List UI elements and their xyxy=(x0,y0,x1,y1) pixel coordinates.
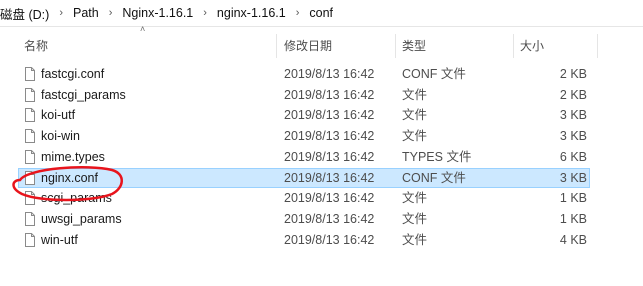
chevron-right-icon[interactable]: › xyxy=(55,7,67,19)
file-modified-date: 2019/8/13 16:42 xyxy=(284,87,375,102)
file-type: TYPES 文件 xyxy=(402,149,472,164)
file-modified-date: 2019/8/13 16:42 xyxy=(284,129,375,144)
column-header-name[interactable]: 名称 xyxy=(24,34,48,58)
file-type: CONF 文件 xyxy=(402,170,466,185)
column-header-size[interactable]: 大小 xyxy=(520,34,544,58)
file-modified-date: 2019/8/13 16:42 xyxy=(284,108,375,123)
file-name: scgi_params xyxy=(41,191,112,206)
file-size: 6 KB xyxy=(559,149,587,164)
file-icon xyxy=(25,191,35,206)
file-name: uwsgi_params xyxy=(41,211,122,226)
column-header-type[interactable]: 类型 xyxy=(402,34,426,58)
file-name: fastcgi_params xyxy=(41,87,126,102)
breadcrumb-item-conf[interactable]: conf xyxy=(303,6,339,20)
file-size: 4 KB xyxy=(559,232,587,247)
file-type: CONF 文件 xyxy=(402,67,466,81)
column-divider[interactable] xyxy=(276,34,277,58)
file-type: 文件 xyxy=(402,211,428,226)
column-header-row: 名称 修改日期 类型 大小 xyxy=(0,34,643,58)
file-modified-date: 2019/8/13 16:42 xyxy=(284,232,375,247)
file-row[interactable]: uwsgi_params 2019/8/13 16:42 文件 1 KB xyxy=(18,209,590,229)
file-name: koi-utf xyxy=(41,108,76,123)
file-icon xyxy=(25,211,35,226)
file-size: 1 KB xyxy=(559,211,587,226)
file-size: 1 KB xyxy=(559,191,587,206)
breadcrumb-item-nginx[interactable]: nginx-1.16.1 xyxy=(211,6,292,20)
column-divider[interactable] xyxy=(597,34,598,58)
file-icon xyxy=(25,67,35,81)
column-header-date[interactable]: 修改日期 xyxy=(284,34,332,58)
file-size: 2 KB xyxy=(559,87,587,102)
file-row[interactable]: fastcgi_params 2019/8/13 16:42 文件 2 KB xyxy=(18,85,590,105)
file-name: fastcgi.conf xyxy=(41,67,105,81)
file-row[interactable]: mime.types 2019/8/13 16:42 TYPES 文件 6 KB xyxy=(18,147,590,167)
file-name: mime.types xyxy=(41,149,105,164)
file-icon xyxy=(25,232,35,247)
file-row[interactable]: win-utf 2019/8/13 16:42 文件 4 KB xyxy=(18,230,590,250)
file-row[interactable]: koi-utf 2019/8/13 16:42 文件 3 KB xyxy=(18,105,590,125)
file-name: koi-win xyxy=(41,129,80,144)
chevron-right-icon[interactable]: › xyxy=(105,7,117,19)
file-type: 文件 xyxy=(402,87,428,102)
file-row[interactable]: fastcgi.conf 2019/8/13 16:42 CONF 文件 2 KB xyxy=(18,64,590,84)
chevron-right-icon[interactable]: › xyxy=(199,7,211,19)
breadcrumb-item-nginx-parent[interactable]: Nginx-1.16.1 xyxy=(116,6,199,20)
chevron-right-icon[interactable]: › xyxy=(292,7,304,19)
file-modified-date: 2019/8/13 16:42 xyxy=(284,191,375,206)
file-icon xyxy=(25,87,35,102)
file-name: nginx.conf xyxy=(41,170,98,185)
column-divider[interactable] xyxy=(513,34,514,58)
file-modified-date: 2019/8/13 16:42 xyxy=(284,67,375,81)
file-type: 文件 xyxy=(402,232,428,247)
file-name: win-utf xyxy=(41,232,78,247)
file-modified-date: 2019/8/13 16:42 xyxy=(284,211,375,226)
file-icon xyxy=(25,108,35,123)
file-type: 文件 xyxy=(402,108,428,123)
file-icon xyxy=(25,170,35,185)
file-icon xyxy=(25,129,35,144)
file-type: 文件 xyxy=(402,191,428,206)
file-size: 3 KB xyxy=(559,108,587,123)
sort-ascending-icon: ˄ xyxy=(140,24,146,34)
file-size: 3 KB xyxy=(559,129,587,144)
file-size: 2 KB xyxy=(559,67,587,81)
file-modified-date: 2019/8/13 16:42 xyxy=(284,149,375,164)
file-size: 3 KB xyxy=(559,170,587,185)
file-row[interactable]: nginx.conf 2019/8/13 16:42 CONF 文件 3 KB xyxy=(18,167,590,188)
breadcrumb-item-path[interactable]: Path xyxy=(67,6,105,20)
file-row[interactable]: koi-win 2019/8/13 16:42 文件 3 KB xyxy=(18,126,590,146)
file-modified-date: 2019/8/13 16:42 xyxy=(284,170,375,185)
file-row[interactable]: scgi_params 2019/8/13 16:42 文件 1 KB xyxy=(18,188,590,208)
breadcrumb: 磁盘 (D:) › Path › Nginx-1.16.1 › nginx-1.… xyxy=(0,0,643,27)
file-icon xyxy=(25,149,35,164)
breadcrumb-item-drive[interactable]: 磁盘 (D:) xyxy=(0,4,55,23)
file-type: 文件 xyxy=(402,129,428,144)
column-divider[interactable] xyxy=(395,34,396,58)
